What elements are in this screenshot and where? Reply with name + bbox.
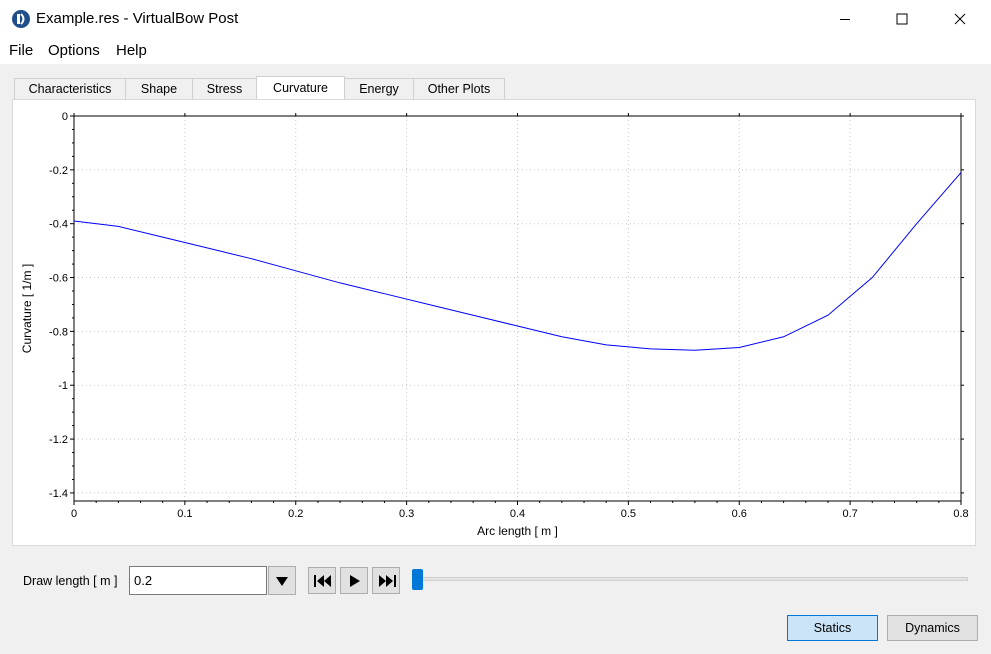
tab-stress[interactable]: Stress: [192, 78, 257, 99]
x-tick-label: 0.4: [510, 508, 525, 520]
y-tick-label: -1.4: [49, 488, 68, 500]
skip-to-end-icon: [379, 575, 396, 587]
x-axis-label: Arc length [ m ]: [477, 524, 558, 538]
plot-panel: 0 0.1 0.2 0.3 0.4 0.5 0.6 0.7 0.8 0 -0.2 -0.4 -0.6 -0…: [12, 99, 976, 546]
y-tick-label: -0.4: [49, 219, 68, 231]
tab-characteristics[interactable]: Characteristics: [14, 78, 126, 99]
x-tick-label: 0.2: [288, 508, 303, 520]
menu-file[interactable]: File: [8, 42, 34, 59]
play-button[interactable]: [340, 567, 368, 594]
play-icon: [350, 575, 360, 587]
y-tick-label: -1.2: [49, 434, 68, 446]
x-tick-label: 0.1: [177, 508, 192, 520]
title-bar: Example.res - VirtualBow Post: [0, 0, 991, 38]
virtualbow-logo-icon: [12, 10, 30, 28]
y-axis-label: Curvature [ 1/m ]: [20, 264, 34, 353]
tab-shape[interactable]: Shape: [125, 78, 193, 99]
y-tick-label: -1: [58, 380, 68, 392]
menu-help[interactable]: Help: [115, 42, 148, 59]
y-tick-label: -0.2: [49, 165, 68, 177]
tab-other-plots[interactable]: Other Plots: [413, 78, 505, 99]
y-tick-label: -0.8: [49, 326, 68, 338]
skip-to-start-button[interactable]: [308, 567, 336, 594]
y-tick-label: 0: [62, 111, 68, 123]
maximize-icon: [896, 13, 908, 25]
x-tick-label: 0.6: [732, 508, 747, 520]
dynamics-button[interactable]: Dynamics: [887, 615, 978, 641]
y-tick-label: -0.6: [49, 273, 68, 285]
tab-curvature[interactable]: Curvature: [256, 76, 345, 100]
draw-length-input[interactable]: [129, 566, 267, 595]
maximize-button[interactable]: [879, 0, 925, 38]
close-icon: [954, 13, 966, 25]
menu-options[interactable]: Options: [47, 42, 101, 59]
close-button[interactable]: [937, 0, 983, 38]
menu-bar: File Options Help: [0, 38, 991, 64]
curvature-chart[interactable]: 0 0.1 0.2 0.3 0.4 0.5 0.6 0.7 0.8 0 -0.2 -0.4 -0.6 -0…: [13, 100, 975, 545]
draw-length-dropdown-button[interactable]: [268, 566, 296, 595]
skip-to-end-button[interactable]: [372, 567, 400, 594]
x-tick-label: 0.3: [399, 508, 414, 520]
x-tick-label: 0: [71, 508, 77, 520]
minimize-button[interactable]: [822, 0, 868, 38]
window-title: Example.res - VirtualBow Post: [36, 10, 239, 27]
statics-button[interactable]: Statics: [787, 615, 878, 641]
dropdown-arrow-icon: [276, 577, 288, 586]
tab-energy[interactable]: Energy: [344, 78, 414, 99]
x-tick-label: 0.7: [842, 508, 857, 520]
x-tick-label: 0.5: [621, 508, 636, 520]
skip-to-start-icon: [314, 575, 331, 587]
minimize-icon: [840, 19, 850, 20]
draw-length-slider-handle[interactable]: [412, 569, 423, 590]
draw-length-slider-track[interactable]: [412, 577, 968, 581]
curvature-line: [73, 172, 962, 351]
draw-length-label: Draw length [ m ]: [23, 574, 118, 588]
x-tick-label: 0.8: [953, 508, 968, 520]
